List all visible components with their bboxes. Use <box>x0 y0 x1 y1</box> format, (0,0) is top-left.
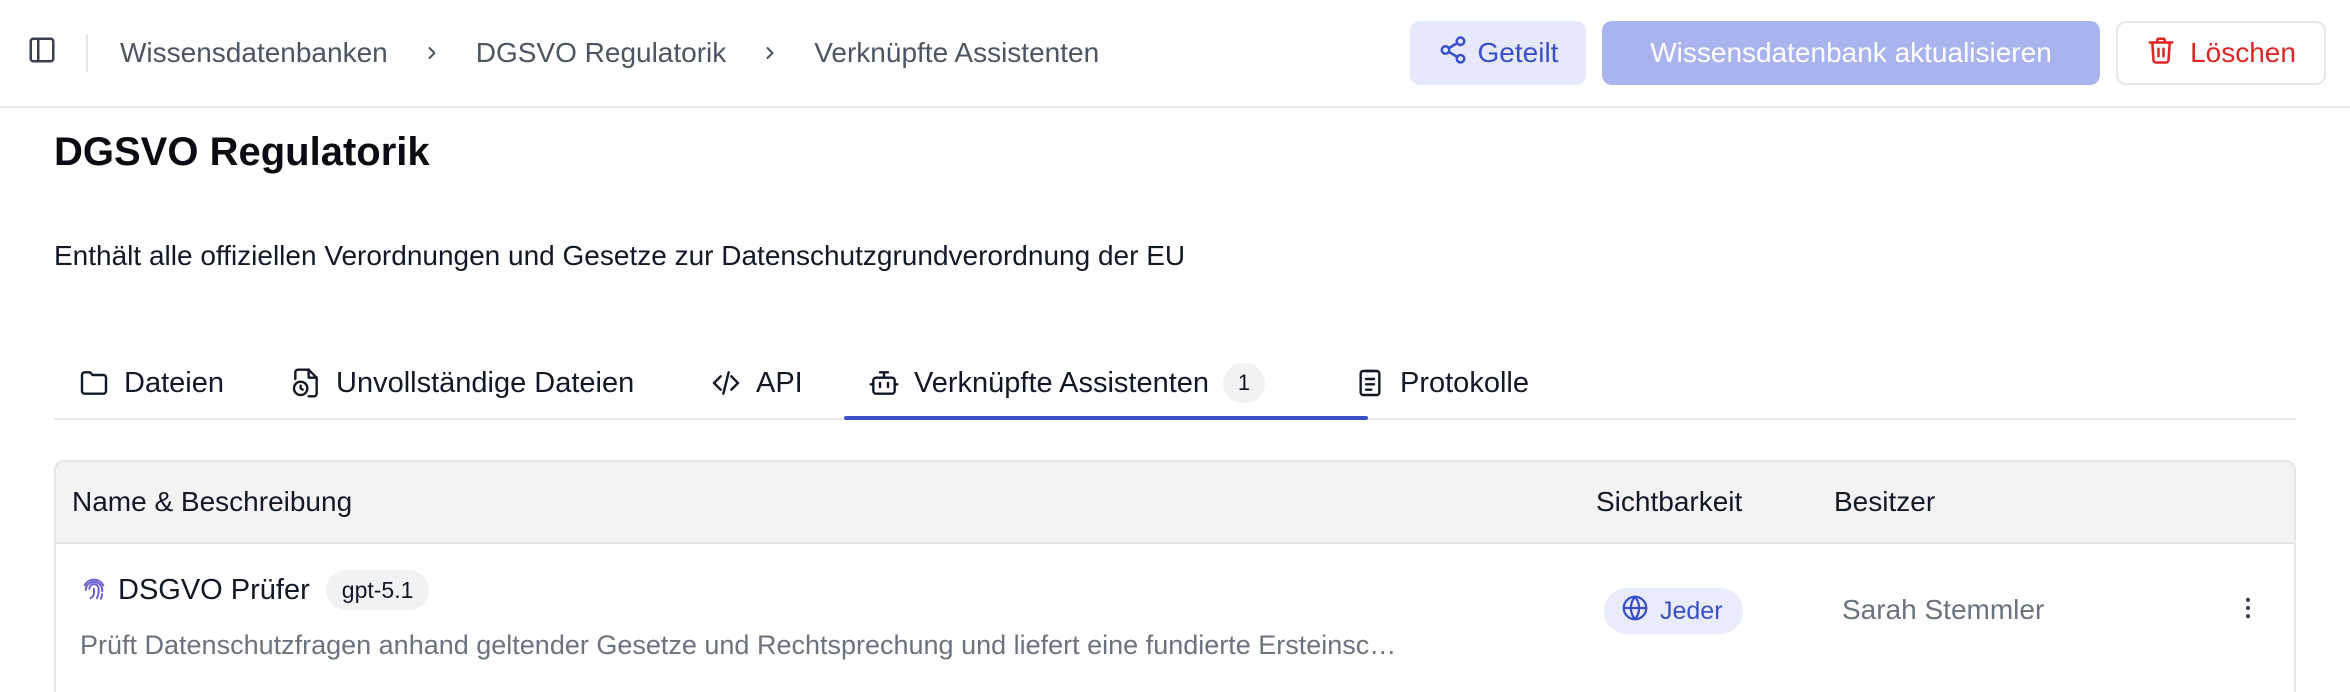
file-clock-icon <box>290 367 322 399</box>
delete-button-label: Löschen <box>2190 37 2296 68</box>
tab-label: API <box>756 366 803 399</box>
more-vertical-icon <box>2234 594 2262 627</box>
tab-incomplete-files[interactable]: Unvollständige Dateien <box>290 346 634 420</box>
tab-linked-assistants[interactable]: Verknüpfte Assistenten 1 <box>868 346 1266 420</box>
tab-label: Protokolle <box>1400 366 1529 399</box>
column-header-owner[interactable]: Besitzer <box>1834 462 1935 542</box>
breadcrumb-item-knowledge-bases[interactable]: Wissensdatenbanken <box>120 37 388 69</box>
assistant-description: Prüft Datenschutzfragen anhand geltender… <box>80 630 1397 660</box>
tab-label: Unvollständige Dateien <box>336 366 635 399</box>
tab-logs[interactable]: Protokolle <box>1354 346 1529 420</box>
assistant-title: DSGVO Prüfer gpt-5.1 <box>80 568 430 612</box>
model-badge: gpt-5.1 <box>325 570 430 610</box>
owner-name: Sarah Stemmler <box>1842 594 2045 625</box>
table-header: Name & Beschreibung Sichtbarkeit Besitze… <box>56 462 2294 544</box>
folder-icon <box>78 367 110 399</box>
shared-button-label: Geteilt <box>1477 37 1559 68</box>
tab-label: Verknüpfte Assistenten <box>914 366 1210 399</box>
delete-button[interactable]: Löschen <box>2116 21 2326 85</box>
column-header-name[interactable]: Name & Beschreibung <box>72 462 352 542</box>
visibility-badge: Jeder <box>1604 588 1743 634</box>
row-actions-button[interactable] <box>2228 590 2268 630</box>
fingerprint-icon <box>80 576 108 604</box>
breadcrumb-item-knowledge-base[interactable]: DGSVO Regulatorik <box>476 37 727 69</box>
chevron-right-icon <box>422 43 442 63</box>
bot-icon <box>868 367 900 399</box>
column-header-visibility[interactable]: Sichtbarkeit <box>1596 462 1742 542</box>
page-description: Enthält alle offiziellen Verordnungen un… <box>54 240 1186 271</box>
code-icon <box>710 367 742 399</box>
assistants-table: Name & Beschreibung Sichtbarkeit Besitze… <box>54 460 2296 692</box>
chevron-right-icon <box>760 43 780 63</box>
table-row[interactable]: DSGVO Prüfer gpt-5.1 Prüft Datenschutzfr… <box>56 544 2294 692</box>
tab-bar: Dateien Unvollständige Dateien API Verkn… <box>54 346 2296 420</box>
sidebar-toggle-button[interactable] <box>24 34 60 70</box>
clipboard-list-icon <box>1354 367 1386 399</box>
trash-icon <box>2146 35 2176 72</box>
shared-button[interactable]: Geteilt <box>1410 21 1586 85</box>
tab-label: Dateien <box>124 366 224 399</box>
count-badge: 1 <box>1223 363 1266 403</box>
update-knowledge-base-button[interactable]: Wissensdatenbank aktualisieren <box>1602 21 2100 85</box>
top-bar: Wissensdatenbanken DGSVO Regulatorik Ver… <box>0 0 2350 108</box>
breadcrumb-item-current: Verknüpfte Assistenten <box>814 37 1100 68</box>
active-tab-indicator <box>844 416 1368 420</box>
breadcrumb: Wissensdatenbanken DGSVO Regulatorik Ver… <box>120 32 1099 74</box>
tab-files[interactable]: Dateien <box>78 346 224 420</box>
globe-icon <box>1620 593 1650 630</box>
sidebar-panel-icon <box>27 35 57 70</box>
share-icon <box>1438 35 1468 72</box>
assistant-name[interactable]: DSGVO Prüfer <box>118 574 310 607</box>
page-title: DGSVO Regulatorik <box>54 130 430 174</box>
tab-api[interactable]: API <box>710 346 803 420</box>
divider <box>86 34 88 72</box>
visibility-label: Jeder <box>1660 596 1723 625</box>
